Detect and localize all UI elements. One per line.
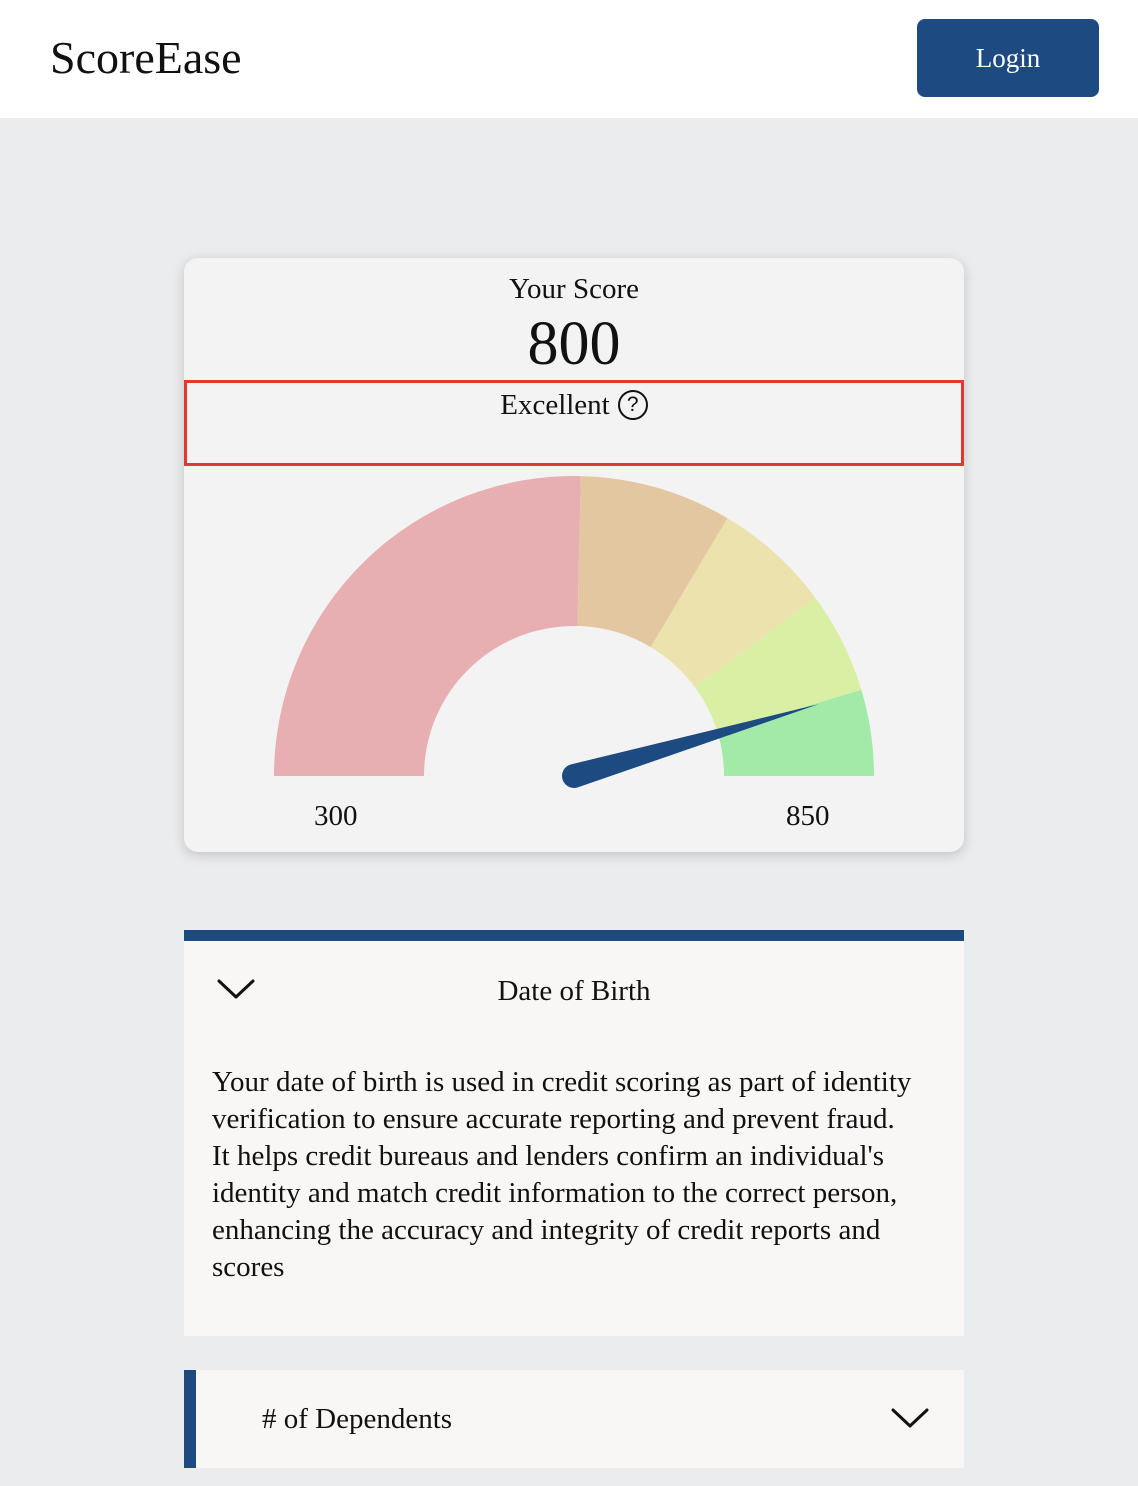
- login-button[interactable]: Login: [917, 19, 1099, 97]
- accordion-body-text: Your date of birth is used in credit sco…: [212, 1066, 912, 1283]
- chevron-down-icon[interactable]: [890, 1406, 930, 1430]
- accordion-title: # of Dependents: [262, 1403, 453, 1435]
- accordion-title[interactable]: Date of Birth: [184, 974, 964, 1008]
- accordion-dependents[interactable]: # of Dependents: [184, 1370, 964, 1468]
- gauge-bands: [274, 476, 874, 776]
- score-gauge: [274, 476, 874, 788]
- gauge-band-1: [274, 476, 581, 776]
- score-card: Your Score 800 Excellent? 300 850: [184, 258, 964, 852]
- accordion-date-of-birth: Date of Birth Your date of birth is used…: [184, 930, 964, 1336]
- gauge-min-label: 300: [314, 800, 358, 832]
- top-bar: ScoreEase Login: [0, 0, 1138, 118]
- gauge-max-label: 850: [786, 800, 830, 832]
- brand-logo-text[interactable]: ScoreEase: [50, 30, 242, 86]
